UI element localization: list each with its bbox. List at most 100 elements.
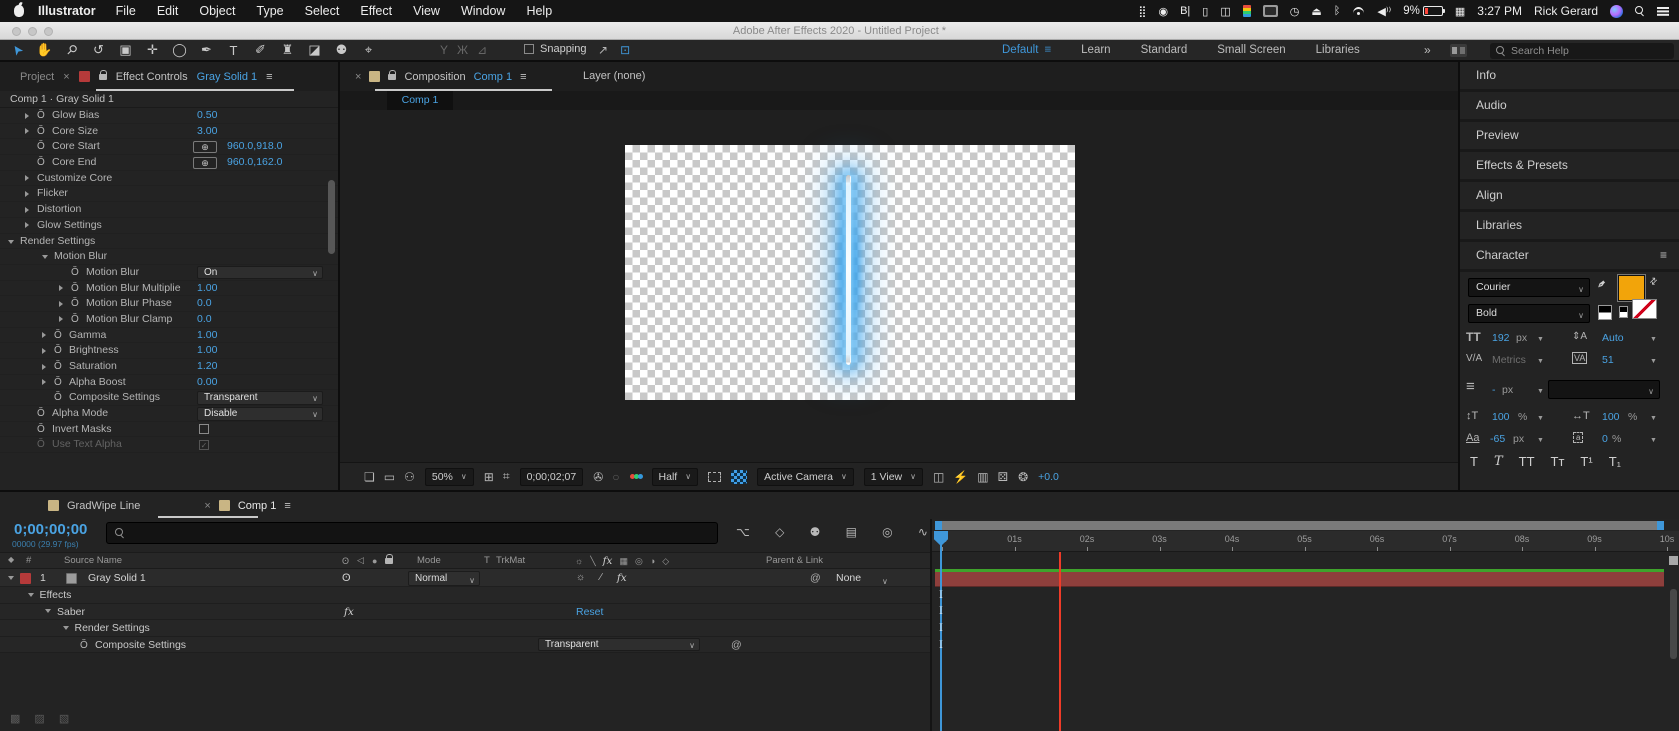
menubar-clock[interactable]: 3:27 PM xyxy=(1477,4,1522,18)
twirl-icon[interactable] xyxy=(59,285,63,292)
property-label[interactable]: Brightness xyxy=(69,343,119,359)
twirl-icon[interactable] xyxy=(25,190,29,197)
menu-help[interactable]: Help xyxy=(526,4,552,18)
siri-icon[interactable] xyxy=(1610,4,1623,18)
eraser-tool[interactable]: ◪ xyxy=(301,42,328,58)
mask-visibility-icon[interactable]: ⚇ xyxy=(404,470,415,484)
menu-file[interactable]: File xyxy=(116,4,136,18)
layer-collapse-switch-icon[interactable]: ☼ xyxy=(576,569,585,587)
workspace-menu-icon[interactable]: ≡ xyxy=(1044,44,1051,56)
vertical-scale-value[interactable]: 100 xyxy=(1492,411,1510,423)
twirl-icon[interactable] xyxy=(25,175,29,182)
panel-menu-icon[interactable]: ≡ xyxy=(520,71,526,83)
reset-effect-link[interactable]: Reset xyxy=(576,604,603,620)
property-label[interactable]: Core End xyxy=(52,155,96,171)
lock-icon[interactable] xyxy=(388,69,397,80)
property-label[interactable]: Glow Settings xyxy=(37,218,102,234)
stroke-color-swatch[interactable] xyxy=(1632,299,1657,319)
parent-link-column-header[interactable]: Parent & Link xyxy=(766,555,823,566)
horizontal-scale-dropdown-icon[interactable] xyxy=(1650,411,1657,423)
istat-menus-icon[interactable] xyxy=(1242,5,1251,17)
panel-menu-icon[interactable]: ≡ xyxy=(266,71,272,83)
timeline-timecode[interactable]: 0;00;00;00 xyxy=(14,521,87,538)
tracking-dropdown-icon[interactable] xyxy=(1650,354,1657,366)
view-axis-mode-icon[interactable]: ⊿ xyxy=(477,43,487,57)
tab-effect-controls[interactable]: Effect Controls xyxy=(116,71,188,83)
stopwatch-icon[interactable]: Ŏ xyxy=(37,108,45,124)
property-select[interactable]: Transparent ∨ xyxy=(197,391,323,405)
stopwatch-icon[interactable]: Ŏ xyxy=(71,281,79,297)
stopwatch-icon[interactable]: Ŏ xyxy=(37,437,45,453)
effects-header-icon[interactable]: fx xyxy=(603,555,613,567)
close-tab-icon[interactable]: × xyxy=(355,71,361,83)
property-value[interactable]: 0.0 xyxy=(197,312,212,328)
stopwatch-icon[interactable]: Ŏ xyxy=(54,390,62,406)
layer-twirl-icon[interactable] xyxy=(8,576,14,580)
iphone-icon[interactable]: ▯ xyxy=(1202,5,1208,18)
time-machine-icon[interactable]: ◷ xyxy=(1290,5,1300,18)
property-checkbox[interactable]: ✓ xyxy=(199,439,209,450)
region-of-interest-icon[interactable] xyxy=(708,471,722,482)
apple-menu-icon[interactable] xyxy=(14,5,24,17)
workspace-tab-learn[interactable]: Learn xyxy=(1081,44,1110,56)
viewer-tab-comp1[interactable]: Comp 1 xyxy=(387,91,453,110)
stopwatch-icon[interactable]: Ŏ xyxy=(37,422,45,438)
outline-label[interactable]: Saber xyxy=(57,604,85,620)
local-axis-mode-icon[interactable]: Y xyxy=(440,43,448,57)
property-checkbox[interactable] xyxy=(199,424,209,435)
tab-layer-viewer[interactable]: Layer (none) xyxy=(583,70,645,82)
stroke-style-select[interactable] xyxy=(1548,380,1660,400)
show-snapshot-icon[interactable]: ○ xyxy=(612,470,619,484)
tracking-value[interactable]: 51 xyxy=(1602,354,1614,366)
property-label[interactable]: Use Text Alpha xyxy=(52,437,122,453)
puppet-pin-tool[interactable]: ⌖ xyxy=(355,42,382,58)
creative-cloud-icon[interactable]: ◉ xyxy=(1158,5,1168,18)
property-value[interactable]: 1.00 xyxy=(197,281,217,297)
expand-inout-icon[interactable]: ▧ xyxy=(59,712,69,725)
property-label[interactable]: Core Start xyxy=(52,139,100,155)
take-snapshot-icon[interactable]: ✇ xyxy=(593,470,603,484)
workspace-bar-button[interactable] xyxy=(1450,44,1467,57)
primary-viewer-icon[interactable]: ▭ xyxy=(384,470,395,484)
property-label[interactable]: Alpha Mode xyxy=(52,406,108,422)
twirl-icon[interactable] xyxy=(59,316,63,323)
hand-tool[interactable]: ✋ xyxy=(31,42,58,58)
layer-video-eye-icon[interactable]: ʘ xyxy=(342,569,351,587)
pixel-aspect-icon[interactable]: ◫ xyxy=(933,470,944,484)
menu-window[interactable]: Window xyxy=(461,4,505,18)
outline-label[interactable]: Render Settings xyxy=(75,620,150,636)
panel-tab-effects-presets[interactable]: Effects & Presets xyxy=(1460,152,1679,182)
panel-tab-align[interactable]: Align xyxy=(1460,182,1679,212)
outline-row-render-settings[interactable]: Render Settings xyxy=(0,620,930,637)
rotation-tool[interactable]: ↺ xyxy=(85,42,112,58)
layer-quality-switch-icon[interactable]: ∕ xyxy=(600,569,602,587)
twirl-icon[interactable] xyxy=(59,300,63,307)
twirl-icon[interactable] xyxy=(8,239,14,244)
trkmat-column-header[interactable]: TrkMat xyxy=(496,555,525,566)
property-label[interactable]: Motion Blur xyxy=(54,249,107,265)
view-layout-select[interactable]: 1 View ∨ xyxy=(863,467,923,486)
point-crosshair-button[interactable]: ⊕ xyxy=(193,140,217,153)
timeline-tab-comp-1[interactable]: × Comp 1 ≡ xyxy=(204,500,290,512)
twirl-icon[interactable] xyxy=(45,609,51,613)
stopwatch-icon[interactable]: Ŏ xyxy=(71,265,79,281)
workspace-tab-standard[interactable]: Standard xyxy=(1141,44,1188,56)
twirl-icon[interactable] xyxy=(42,255,48,260)
selection-tool[interactable]: ➤ xyxy=(4,42,31,60)
clone-stamp-tool[interactable]: ♜ xyxy=(274,42,301,58)
close-tab-icon[interactable]: × xyxy=(204,500,210,512)
leading-dropdown-icon[interactable] xyxy=(1650,332,1657,344)
property-value[interactable]: 1.20 xyxy=(197,359,217,375)
outline-row-saber[interactable]: Saber fx Reset xyxy=(0,603,930,620)
resolution-select[interactable]: Half ∨ xyxy=(651,467,699,486)
shape-creation-icon[interactable]: ↗ xyxy=(598,43,608,57)
parent-pickwhip-icon[interactable]: @ xyxy=(810,569,821,587)
property-label[interactable]: Invert Masks xyxy=(52,422,112,438)
twirl-icon[interactable] xyxy=(42,332,46,339)
stopwatch-icon[interactable]: Ŏ xyxy=(54,375,62,391)
property-label[interactable]: Alpha Boost xyxy=(69,375,126,391)
property-label[interactable]: Motion Blur xyxy=(86,265,139,281)
timeline-vertical-scrollbar[interactable] xyxy=(1670,589,1677,659)
property-label[interactable]: Motion Blur Multiplie xyxy=(86,281,181,297)
layer-color-chip[interactable] xyxy=(20,572,31,584)
